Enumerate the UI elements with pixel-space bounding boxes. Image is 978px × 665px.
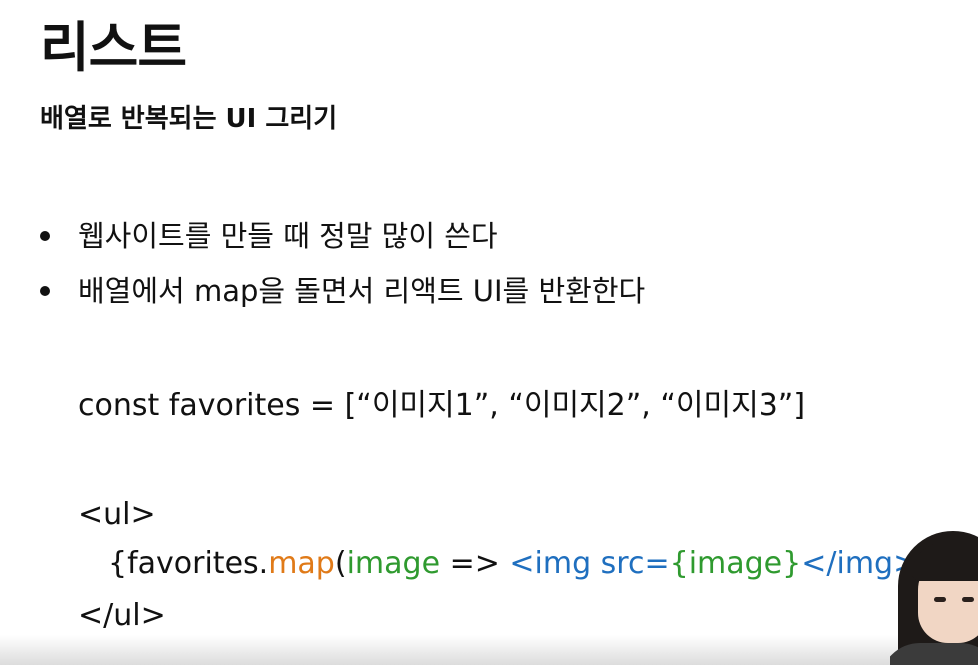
bullet-text: 웹사이트를 만들 때 정말 많이 쓴다	[78, 219, 498, 253]
bullet-list: 웹사이트를 만들 때 정말 많이 쓴다 배열에서 map을 돌면서 리액트 UI…	[40, 218, 645, 329]
code-ul-close: </ul>	[78, 598, 166, 633]
bullet-text: 배열에서 map을 돌면서 리액트 UI를 반환한다	[78, 274, 646, 309]
code-token-param: image	[346, 546, 441, 581]
presenter-eye-icon	[934, 597, 946, 602]
code-token-expr: {image}	[669, 546, 802, 581]
video-bottom-shade	[0, 635, 978, 665]
presenter-eye-icon	[962, 597, 974, 602]
code-ul-open: <ul>	[78, 497, 156, 532]
presenter-shoulders	[890, 643, 978, 665]
slide-title: 리스트	[40, 16, 187, 79]
slide-subtitle: 배열로 반복되는 UI 그리기	[40, 104, 338, 134]
code-token-map: map	[268, 546, 335, 581]
slide: 리스트 배열로 반복되는 UI 그리기 웹사이트를 만들 때 정말 많이 쓴다 …	[0, 0, 978, 665]
code-token-object: {favorites.	[108, 546, 269, 581]
presenter-video	[890, 525, 978, 665]
bullet-dot-icon	[40, 286, 50, 297]
bullet-item: 배열에서 map을 돌면서 리액트 UI를 반환한다	[40, 273, 645, 309]
code-const-line: const favorites = [“이미지1”, “이미지2”, “이미지3…	[78, 388, 806, 423]
code-map-line: {favorites.map(image => <img src={image}…	[108, 546, 949, 582]
code-token-arrow: =>	[440, 546, 510, 581]
code-token-paren: (	[334, 546, 347, 581]
code-token-jsx-open: <img src=	[509, 546, 670, 581]
bullet-dot-icon	[40, 231, 50, 241]
bullet-item: 웹사이트를 만들 때 정말 많이 쓴다	[40, 218, 645, 254]
